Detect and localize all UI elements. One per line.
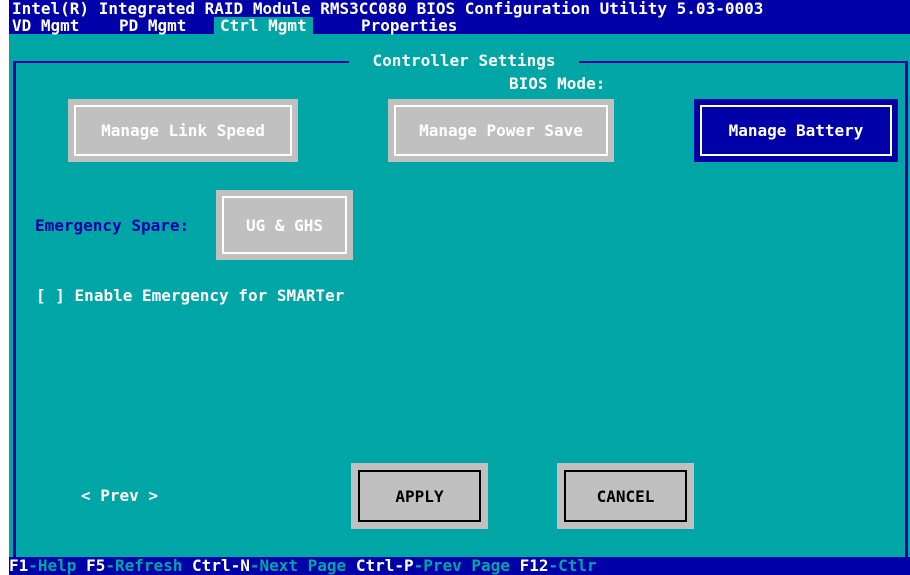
cancel-label: CANCEL bbox=[564, 470, 687, 522]
status-item-refresh: F5-Refresh bbox=[86, 557, 182, 575]
emergency-spare-value: UG & GHS bbox=[222, 196, 347, 254]
title-bar: Intel(R) Integrated RAID Module RMS3CC08… bbox=[9, 0, 910, 34]
status-item-next-page: Ctrl-N-Next Page bbox=[192, 557, 346, 575]
tab-vd-mgmt[interactable]: VD Mgmt bbox=[12, 17, 79, 34]
tab-bar: VD Mgmt PD Mgmt Ctrl Mgmt Properties bbox=[9, 17, 910, 34]
frame-right-border bbox=[905, 61, 908, 557]
status-desc: -Prev Page bbox=[413, 557, 510, 575]
status-key: F12 bbox=[519, 557, 549, 575]
emergency-spare-label: Emergency Spare: bbox=[35, 216, 190, 235]
apply-label: APPLY bbox=[358, 470, 481, 522]
apply-button[interactable]: APPLY bbox=[351, 463, 488, 529]
tab-ctrl-mgmt[interactable]: Ctrl Mgmt bbox=[214, 17, 313, 34]
manage-power-save-button[interactable]: Manage Power Save bbox=[388, 99, 614, 162]
status-desc: -Next Page bbox=[249, 557, 347, 575]
manage-battery-button[interactable]: Manage Battery bbox=[694, 99, 898, 162]
cancel-button[interactable]: CANCEL bbox=[557, 463, 694, 529]
tab-pd-mgmt[interactable]: PD Mgmt bbox=[119, 17, 186, 34]
section-title: Controller Settings bbox=[349, 52, 579, 70]
status-item-ctlr: F12-Ctlr bbox=[520, 557, 597, 575]
frame-left-border bbox=[13, 61, 16, 557]
smarter-checkbox[interactable]: [ ] bbox=[36, 286, 65, 305]
prev-page-link[interactable]: < Prev > bbox=[81, 487, 158, 505]
manage-battery-label: Manage Battery bbox=[700, 105, 892, 156]
tab-properties[interactable]: Properties bbox=[361, 17, 457, 34]
manage-power-save-label: Manage Power Save bbox=[394, 105, 608, 156]
status-desc: -Refresh bbox=[105, 557, 183, 575]
smarter-checkbox-label: Enable Emergency for SMARTer bbox=[74, 286, 345, 305]
bios-screen: Intel(R) Integrated RAID Module RMS3CC08… bbox=[9, 0, 910, 575]
status-item-help: F1-Help bbox=[9, 557, 76, 575]
status-desc: -Ctlr bbox=[548, 557, 597, 575]
bios-mode-label: BIOS Mode: bbox=[509, 74, 606, 93]
status-bar: F1-Help F5-Refresh Ctrl-N-Next Page Ctrl… bbox=[9, 557, 910, 575]
status-desc: -Help bbox=[28, 557, 77, 575]
emergency-spare-select[interactable]: UG & GHS bbox=[216, 190, 353, 260]
status-item-prev-page: Ctrl-P-Prev Page bbox=[356, 557, 510, 575]
window-title: Intel(R) Integrated RAID Module RMS3CC08… bbox=[12, 0, 764, 18]
status-key: Ctrl-P bbox=[355, 557, 414, 575]
manage-link-speed-label: Manage Link Speed bbox=[74, 105, 292, 156]
manage-link-speed-button[interactable]: Manage Link Speed bbox=[68, 99, 298, 162]
status-key: F5 bbox=[86, 557, 106, 575]
status-key: F1 bbox=[9, 557, 29, 575]
smarter-checkbox-row[interactable]: [ ] Enable Emergency for SMARTer bbox=[36, 287, 344, 305]
status-key: Ctrl-N bbox=[192, 557, 250, 575]
